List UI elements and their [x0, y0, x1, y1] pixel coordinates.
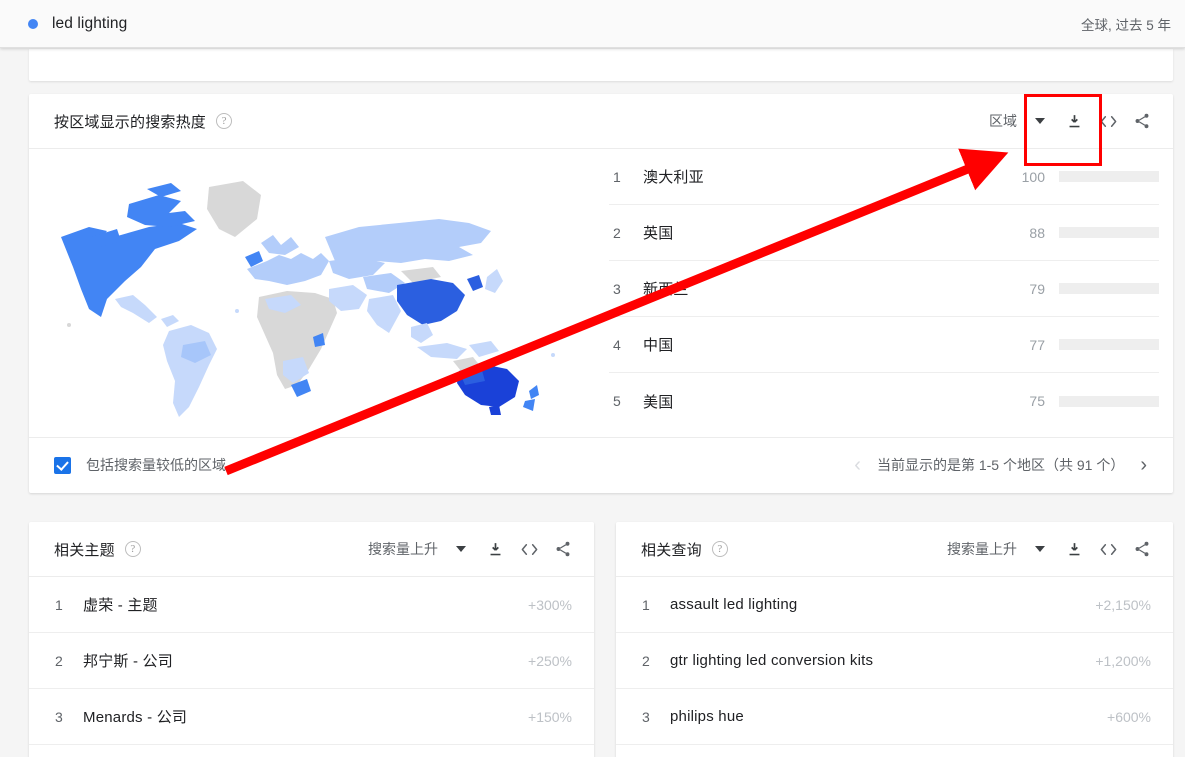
share-icon[interactable] — [546, 532, 580, 566]
pagination-label: 当前显示的是第 1-5 个地区（共 91 个） — [876, 457, 1125, 473]
list-item[interactable]: 1 虚荣 - 主题 +300% — [29, 577, 594, 633]
table-row[interactable]: 1 澳大利亚 100 — [609, 149, 1159, 205]
question-mark-icon[interactable]: ? — [711, 541, 728, 557]
topics-sort-label[interactable]: 搜索量上升 — [362, 539, 444, 559]
term-color-dot — [28, 18, 38, 29]
embed-code-icon[interactable] — [512, 532, 546, 566]
region-value: 79 — [1029, 280, 1045, 297]
table-row[interactable]: 3 新西兰 79 — [609, 261, 1159, 317]
embed-code-icon[interactable] — [1091, 104, 1125, 138]
table-row[interactable]: 2 英国 88 — [609, 205, 1159, 261]
topics-card-actions: 搜索量上升 — [362, 532, 580, 566]
scope-label: 全球, 过去 5 年 — [1080, 17, 1171, 33]
download-icon[interactable] — [478, 532, 512, 566]
topic-delta: +150% — [528, 708, 572, 725]
rank-number: 2 — [642, 652, 650, 669]
caret-down-icon[interactable] — [1023, 104, 1057, 138]
share-icon[interactable] — [1125, 104, 1159, 138]
region-card-actions: 区域 — [983, 104, 1159, 138]
list-item[interactable]: 2 邦宁斯 - 公司 +250% — [29, 633, 594, 689]
queries-card-header: 相关查询 ? 搜索量上升 — [616, 522, 1173, 577]
region-value: 77 — [1029, 336, 1045, 353]
query-label[interactable]: assault led lighting — [670, 596, 1095, 613]
previous-card-bottom — [29, 49, 1173, 81]
topic-label[interactable]: 虚荣 - 主题 — [83, 594, 528, 615]
topic-label[interactable]: 邦宁斯 - 公司 — [83, 650, 528, 671]
related-topics-card: 相关主题 ? 搜索量上升 1 虚荣 - 主题 +300% 2 邦宁斯 - 公司 … — [29, 522, 594, 757]
value-bar — [1059, 395, 1159, 407]
download-icon[interactable] — [1057, 532, 1091, 566]
region-card-footer: 包括搜索量较低的区域 ‹ 当前显示的是第 1-5 个地区（共 91 个） › — [29, 437, 1173, 492]
rank-number: 3 — [613, 280, 621, 297]
topic-delta: +250% — [528, 652, 572, 669]
query-delta: +1,200% — [1095, 652, 1151, 669]
query-label[interactable]: gtr lighting led conversion kits — [670, 652, 1095, 669]
value-bar — [1059, 283, 1159, 294]
region-name[interactable]: 新西兰 — [643, 278, 1029, 299]
queries-card-title: 相关查询 — [641, 541, 702, 559]
embed-code-icon[interactable] — [1091, 532, 1125, 566]
caret-down-icon[interactable] — [444, 532, 478, 566]
rank-number: 1 — [642, 596, 650, 613]
topics-card-header: 相关主题 ? 搜索量上升 — [29, 522, 594, 577]
rank-number: 2 — [55, 652, 63, 669]
rank-number: 1 — [613, 168, 621, 185]
list-item[interactable]: 2 gtr lighting led conversion kits +1,20… — [616, 633, 1173, 689]
value-bar — [1059, 171, 1159, 182]
query-label[interactable]: philips hue — [670, 708, 1107, 725]
list-item[interactable]: 3 Menards - 公司 +150% — [29, 689, 594, 745]
table-row[interactable]: 4 中国 77 — [609, 317, 1159, 373]
rank-number: 1 — [55, 596, 63, 613]
topics-card-title: 相关主题 — [54, 541, 115, 559]
value-bar — [1059, 339, 1159, 350]
rank-number: 3 — [55, 708, 63, 725]
rank-number: 2 — [613, 224, 621, 241]
related-queries-card: 相关查询 ? 搜索量上升 1 assault led lighting +2,1… — [616, 522, 1173, 757]
question-mark-icon[interactable]: ? — [124, 541, 141, 557]
queries-card-actions: 搜索量上升 — [941, 532, 1159, 566]
region-value: 100 — [1021, 168, 1045, 185]
rank-number: 5 — [613, 393, 621, 409]
checkbox-label: 包括搜索量较低的区域 — [86, 457, 226, 473]
region-card-title: 按区域显示的搜索热度 — [54, 113, 207, 131]
rank-number: 4 — [613, 336, 621, 353]
share-icon[interactable] — [1125, 532, 1159, 566]
region-card-body: 1 澳大利亚 100 2 英国 88 3 新西兰 79 4 中国 77 5 美国… — [29, 149, 1173, 437]
value-bar — [1059, 227, 1159, 238]
region-name[interactable]: 中国 — [643, 334, 1029, 355]
caret-down-icon[interactable] — [1023, 532, 1057, 566]
region-interest-card: 按区域显示的搜索热度 ? 区域 1 澳大利亚 100 2 英国 88 3 新西兰… — [29, 94, 1173, 493]
query-delta: +2,150% — [1095, 596, 1151, 613]
world-map-svg — [61, 181, 555, 417]
chevron-right-icon[interactable]: › — [1132, 455, 1155, 475]
download-icon[interactable] — [1057, 104, 1091, 138]
trends-page: led lighting 全球, 过去 5 年 按区域显示的搜索热度 ? 区域 — [0, 0, 1185, 757]
search-term-label[interactable]: led lighting — [52, 15, 127, 33]
region-value: 88 — [1029, 224, 1045, 241]
topic-delta: +300% — [528, 596, 572, 613]
list-item[interactable]: 3 philips hue +600% — [616, 689, 1173, 745]
region-name[interactable]: 澳大利亚 — [643, 166, 1022, 187]
chevron-left-icon[interactable]: ‹ — [846, 455, 869, 475]
include-low-search-volume-checkbox[interactable] — [54, 456, 71, 474]
region-value: 75 — [1029, 393, 1045, 409]
region-rank-list: 1 澳大利亚 100 2 英国 88 3 新西兰 79 4 中国 77 5 美国… — [609, 149, 1173, 437]
pagination: ‹ 当前显示的是第 1-5 个地区（共 91 个） › — [846, 455, 1155, 475]
world-map[interactable] — [29, 149, 609, 437]
region-card-header: 按区域显示的搜索热度 ? 区域 — [29, 94, 1173, 149]
region-name[interactable]: 英国 — [643, 222, 1029, 243]
rank-number: 3 — [642, 708, 650, 725]
table-row[interactable]: 5 美国 75 — [609, 373, 1159, 429]
query-delta: +600% — [1107, 708, 1151, 725]
region-sort-label[interactable]: 区域 — [983, 111, 1023, 131]
list-item[interactable]: 1 assault led lighting +2,150% — [616, 577, 1173, 633]
search-term-bar: led lighting 全球, 过去 5 年 — [0, 0, 1185, 48]
topic-label[interactable]: Menards - 公司 — [83, 706, 528, 727]
region-name[interactable]: 美国 — [643, 391, 1029, 412]
queries-sort-label[interactable]: 搜索量上升 — [941, 539, 1023, 559]
question-mark-icon[interactable]: ? — [216, 113, 233, 129]
